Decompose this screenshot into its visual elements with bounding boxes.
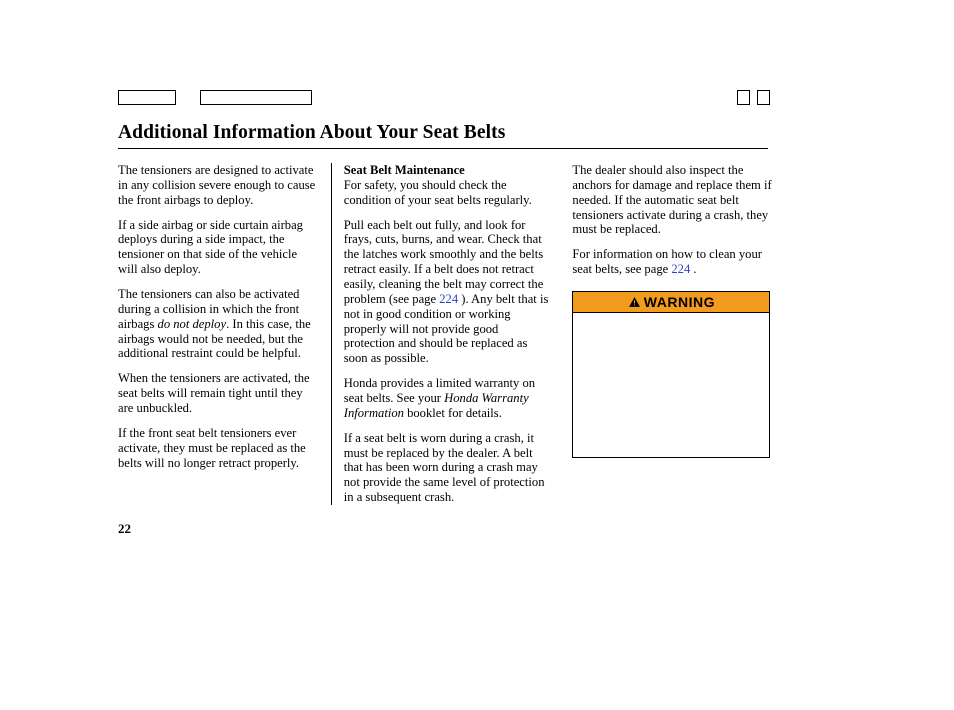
paragraph: The dealer should also inspect the ancho… bbox=[572, 163, 778, 237]
text: For safety, you should check the conditi… bbox=[344, 178, 532, 207]
decor-box bbox=[200, 90, 312, 105]
top-right-decor bbox=[734, 90, 770, 110]
warning-callout: WARNING bbox=[572, 291, 770, 458]
paragraph: Seat Belt MaintenanceFor safety, you sho… bbox=[344, 163, 549, 208]
paragraph: The tensioners can also be activated dur… bbox=[118, 287, 319, 361]
warning-body bbox=[572, 312, 770, 458]
paragraph: Pull each belt out fully, and look for f… bbox=[344, 218, 549, 367]
italic-text: do not deploy bbox=[158, 317, 227, 331]
warning-triangle-icon bbox=[628, 296, 641, 309]
page-number: 22 bbox=[118, 521, 884, 537]
section-heading: Seat Belt Maintenance bbox=[344, 163, 549, 178]
warning-header: WARNING bbox=[572, 291, 770, 312]
paragraph: The tensioners are designed to activate … bbox=[118, 163, 319, 208]
decor-square bbox=[757, 90, 770, 105]
page-reference-link[interactable]: 224 bbox=[439, 292, 458, 306]
title-rule bbox=[118, 148, 768, 149]
paragraph: Honda provides a limited warranty on sea… bbox=[344, 376, 549, 421]
top-left-decor bbox=[118, 90, 312, 108]
page-reference-link[interactable]: 224 bbox=[671, 262, 690, 276]
warning-label: WARNING bbox=[644, 294, 715, 311]
column-3: The dealer should also inspect the ancho… bbox=[560, 163, 778, 505]
column-2: Seat Belt MaintenanceFor safety, you sho… bbox=[331, 163, 561, 505]
text-columns: The tensioners are designed to activate … bbox=[118, 163, 778, 505]
decor-box bbox=[118, 90, 176, 105]
text: booklet for details. bbox=[404, 406, 502, 420]
manual-page: Additional Information About Your Seat B… bbox=[0, 0, 954, 710]
paragraph: When the tensioners are activated, the s… bbox=[118, 371, 319, 416]
paragraph: If a side airbag or side curtain airbag … bbox=[118, 218, 319, 277]
paragraph: For information on how to clean your sea… bbox=[572, 247, 778, 277]
column-1: The tensioners are designed to activate … bbox=[118, 163, 331, 505]
decor-square bbox=[737, 90, 750, 105]
paragraph: If the front seat belt tensioners ever a… bbox=[118, 426, 319, 471]
paragraph: If a seat belt is worn during a crash, i… bbox=[344, 431, 549, 505]
page-title: Additional Information About Your Seat B… bbox=[118, 122, 884, 144]
text: . bbox=[690, 262, 696, 276]
text: For information on how to clean your sea… bbox=[572, 247, 762, 276]
